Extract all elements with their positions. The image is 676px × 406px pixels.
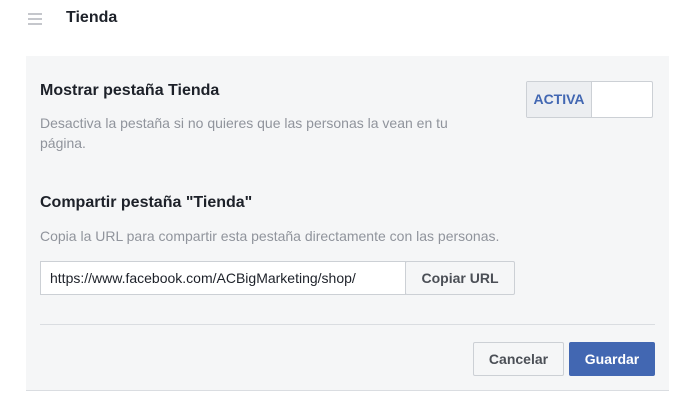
- toggle-active-label: ACTIVA: [527, 82, 592, 117]
- copy-url-button[interactable]: Copiar URL: [405, 261, 515, 295]
- cancel-button[interactable]: Cancelar: [473, 342, 564, 376]
- show-tab-title: Mostrar pestaña Tienda: [40, 82, 220, 99]
- page-title: Tienda: [66, 9, 118, 26]
- show-tab-description: Desactiva la pestaña si no quieres que l…: [40, 113, 500, 153]
- share-url-input[interactable]: [40, 261, 406, 295]
- share-tab-description: Copia la URL para compartir esta pestaña…: [40, 228, 500, 244]
- save-button[interactable]: Guardar: [569, 342, 655, 376]
- show-tab-description-line1: Desactiva la pestaña si no quieres que l…: [40, 115, 448, 131]
- show-tab-description-line2: página.: [40, 135, 86, 151]
- divider: [40, 324, 655, 325]
- page-header: Tienda: [0, 0, 676, 40]
- hamburger-menu-icon[interactable]: [28, 11, 42, 27]
- settings-panel: Mostrar pestaña Tienda Desactiva la pest…: [26, 56, 669, 391]
- share-tab-title: Compartir pestaña "Tienda": [40, 194, 253, 211]
- show-tab-toggle[interactable]: ACTIVA: [526, 81, 653, 118]
